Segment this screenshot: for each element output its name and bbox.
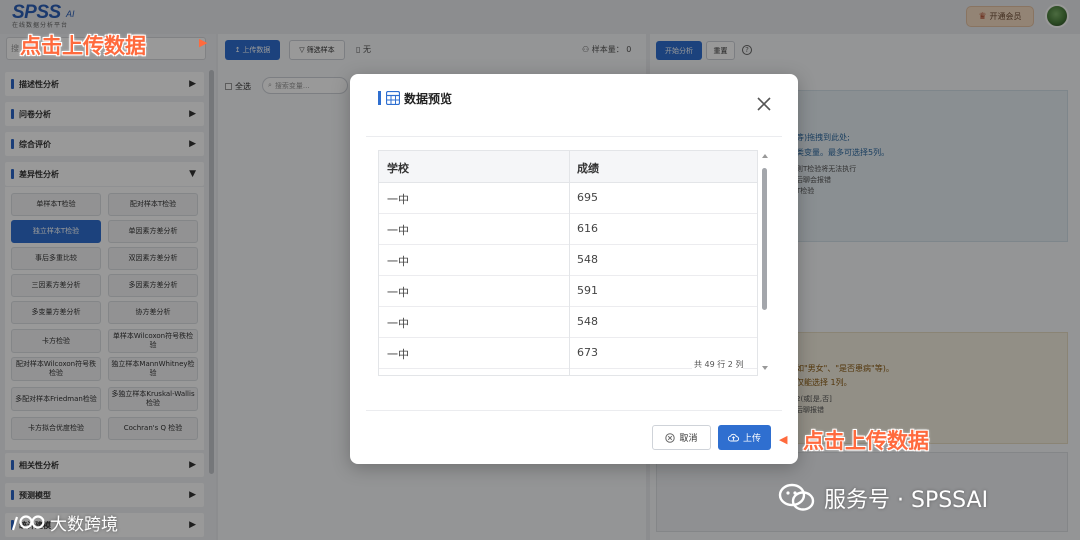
column-header: 成绩	[577, 162, 599, 175]
close-icon[interactable]	[756, 96, 772, 112]
table-cell: 673	[577, 346, 598, 359]
watermark: 大数跨境	[10, 510, 118, 535]
confirm-upload-button[interactable]: 上传	[718, 425, 771, 450]
modal-divider	[366, 136, 782, 137]
cancel-label: 取消	[679, 434, 698, 444]
table-cell: 548	[577, 315, 598, 328]
arrow-left-icon: ◀	[779, 433, 788, 446]
table-cell: 一中	[387, 193, 409, 206]
table-cell: 一中	[387, 317, 409, 330]
table-scroll-thumb[interactable]	[762, 168, 767, 310]
brand-mark-icon	[10, 512, 46, 534]
table-icon	[386, 91, 400, 105]
cancel-button[interactable]: 取消	[652, 425, 711, 450]
wechat-icon	[778, 483, 816, 513]
modal-divider	[366, 410, 782, 411]
confirm-upload-label: 上传	[742, 434, 761, 444]
watermark: 服务号 · SPSSAI	[778, 482, 988, 514]
table-cell: 一中	[387, 224, 409, 237]
table-cell: 一中	[387, 286, 409, 299]
cancel-icon	[665, 432, 676, 443]
data-preview-table: 学校 成绩 一中695一中616一中548一中591一中548一中673一中	[378, 150, 758, 376]
table-cell: 616	[577, 222, 598, 235]
title-accent-bar	[378, 91, 381, 105]
column-header: 学校	[387, 162, 409, 175]
annotation-text: 点击上传数据	[20, 34, 146, 58]
table-cell: 695	[577, 191, 598, 204]
modal-title: 数据预览	[404, 92, 453, 106]
table-cell: 一中	[387, 255, 409, 268]
table-cell: 548	[577, 253, 598, 266]
arrow-right-icon: ▶	[199, 36, 208, 49]
table-cell: 一中	[387, 348, 409, 361]
cloud-upload-icon	[727, 433, 739, 442]
annotation-text: 点击上传数据	[803, 429, 929, 453]
column-divider	[569, 151, 570, 375]
table-cell: 591	[577, 284, 598, 297]
watermark-text: 大数跨境	[50, 515, 118, 535]
watermark-text: 服务号 · SPSSAI	[824, 488, 989, 513]
row-count: 共 49 行 2 列	[692, 359, 744, 370]
